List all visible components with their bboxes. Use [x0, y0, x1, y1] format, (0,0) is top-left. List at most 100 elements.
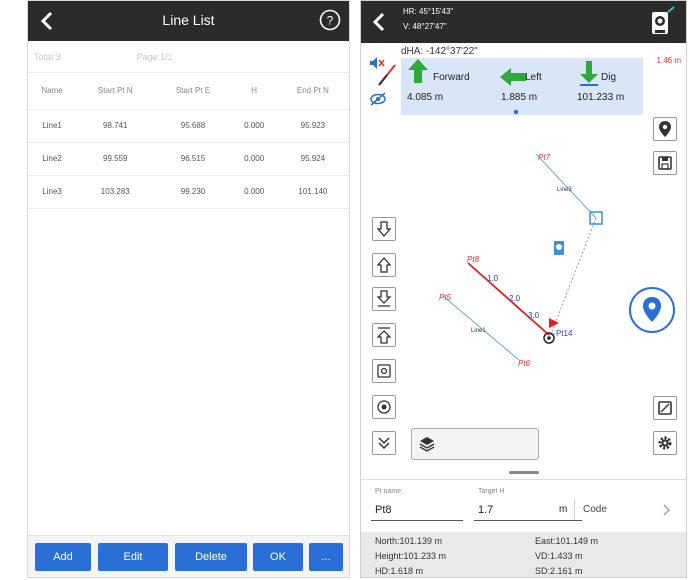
sketch-icon: [658, 401, 672, 415]
col-h: H: [231, 73, 277, 110]
col-end-n: End Pt N: [276, 73, 349, 110]
table-header-row: Name Start Pt N Start Pt E H End Pt N: [28, 73, 349, 110]
cell-start-e: 95.688: [154, 109, 232, 143]
pt-name-underline: [371, 520, 463, 521]
target-h-label: Target H: [478, 488, 505, 495]
col-start-n: Start Pt N: [76, 73, 155, 110]
ok-button[interactable]: OK: [253, 543, 303, 571]
sd-value: SD:2.161 m: [535, 566, 583, 576]
hd-value: HD:1.618 m: [375, 566, 424, 576]
cell-start-n: 103.283: [76, 175, 155, 209]
col-name: Name: [28, 73, 77, 110]
list-summary: Total:3 Page:1/1: [28, 41, 349, 73]
back-arrow-icon[interactable]: [369, 11, 391, 33]
table-row[interactable]: Line2 99.559 96.515 0.000 95.924: [28, 142, 349, 176]
forward-value: 4.085 m: [407, 92, 444, 103]
double-chevron-down-icon: [378, 437, 390, 450]
target-h-underline: [474, 520, 582, 521]
sketch-button[interactable]: [653, 396, 677, 420]
collapse-button[interactable]: [372, 431, 396, 455]
crosshair-icon: [377, 400, 391, 414]
chevron-right-icon[interactable]: [661, 504, 671, 516]
stakeout-guidance: Forward 4.085 m Left 1.885 m Dig 101.233…: [401, 58, 643, 115]
dha-readout: dHA: -142°37'22": [401, 46, 478, 57]
locate-point-button[interactable]: [653, 117, 677, 141]
move-down-button[interactable]: [372, 217, 396, 241]
cell-end-n: 95.923: [276, 109, 349, 143]
help-icon[interactable]: ?: [319, 9, 341, 31]
arrow-up-outline-icon: [376, 257, 392, 273]
label-line1: Line1: [471, 328, 486, 334]
status-tools: [369, 56, 399, 112]
save-icon: [658, 156, 672, 170]
cell-name: Line3: [28, 175, 77, 209]
unit-divider: [574, 500, 575, 520]
pt-name-label: Pt name: [375, 488, 402, 495]
left-value: 1.885 m: [501, 92, 538, 103]
gear-icon: [658, 436, 672, 450]
save-button[interactable]: [653, 151, 677, 175]
page-indicator-dot: [513, 109, 519, 115]
table-row[interactable]: Line3 103.283 99.230 0.000 101.140: [28, 175, 349, 209]
total-station-icon[interactable]: [646, 6, 676, 38]
cell-name: Line1: [28, 109, 77, 143]
cell-name: Line2: [28, 142, 77, 176]
dig-value: 101.233 m: [577, 92, 625, 103]
cell-start-n: 98.741: [76, 109, 155, 143]
page-indicator: Page:1/1: [136, 51, 173, 62]
cell-end-n: 101.140: [276, 175, 349, 209]
add-button[interactable]: Add: [35, 543, 91, 571]
stakeout-header: HR: 45°15'43" V: 48°27'47": [361, 1, 686, 43]
table-row[interactable]: Line1 98.741 95.688 0.000 95.923: [28, 109, 349, 143]
cell-h: 0.000: [231, 142, 277, 176]
label-pt7: Pt7: [538, 153, 551, 162]
station-view-button[interactable]: [372, 359, 396, 383]
layer-selector[interactable]: [411, 428, 539, 460]
eye-off-icon[interactable]: [369, 92, 387, 106]
distance-readout: 1.46 m: [656, 56, 681, 65]
cell-h: 0.000: [231, 109, 277, 143]
target-h-input[interactable]: 1.7: [478, 504, 493, 516]
station-lens: [556, 244, 562, 250]
hr-angle: HR: 45°15'43": [403, 7, 454, 16]
edit-button[interactable]: Edit: [98, 543, 168, 571]
drag-handle[interactable]: [509, 471, 539, 474]
move-to-top-button[interactable]: [372, 323, 396, 347]
arrow-down-icon: [580, 61, 598, 86]
more-button[interactable]: ...: [309, 543, 343, 571]
action-bar: Add Edit Delete OK ...: [28, 535, 349, 577]
dig-label: Dig: [601, 72, 617, 83]
sight-line: [550, 217, 597, 335]
station-target-icon: [377, 364, 391, 378]
cell-start-e: 99.230: [154, 175, 232, 209]
cell-start-n: 99.559: [76, 142, 155, 176]
east-value: East:101.149 m: [535, 536, 599, 546]
center-button[interactable]: [372, 395, 396, 419]
pt-name-input[interactable]: Pt8: [375, 504, 392, 516]
settings-button[interactable]: [653, 431, 677, 455]
arrow-to-top-icon: [376, 327, 392, 344]
vd-value: VD:1.433 m: [535, 551, 583, 561]
line3-segment: [535, 153, 597, 219]
delete-button[interactable]: Delete: [175, 543, 247, 571]
col-start-e: Start Pt E: [154, 73, 232, 110]
cell-start-e: 96.515: [154, 142, 232, 176]
code-field[interactable]: Code: [583, 504, 607, 515]
line-list-panel: Line List ? Total:3 Page:1/1 Name Start …: [27, 0, 350, 578]
map-pin-icon: [659, 121, 671, 137]
cell-h: 0.000: [231, 175, 277, 209]
move-up-button[interactable]: [372, 253, 396, 277]
point-entry-bar: Pt name Pt8 Target H 1.7 m Code: [361, 479, 686, 531]
compass-icon[interactable]: [377, 64, 397, 86]
north-value: North:101.139 m: [375, 536, 443, 546]
label-pt8: Pt8: [467, 255, 480, 264]
arrow-to-bottom-icon: [376, 290, 392, 307]
page-title: Line List: [162, 12, 215, 28]
cell-end-n: 95.924: [276, 142, 349, 176]
move-to-bottom-button[interactable]: [372, 287, 396, 311]
arrow-down-outline-icon: [376, 221, 392, 237]
line-table: Name Start Pt N Start Pt E H End Pt N Li…: [28, 73, 349, 209]
my-location-button[interactable]: [629, 287, 675, 333]
unit-label: m: [559, 504, 568, 515]
current-position-dot: [547, 336, 551, 340]
